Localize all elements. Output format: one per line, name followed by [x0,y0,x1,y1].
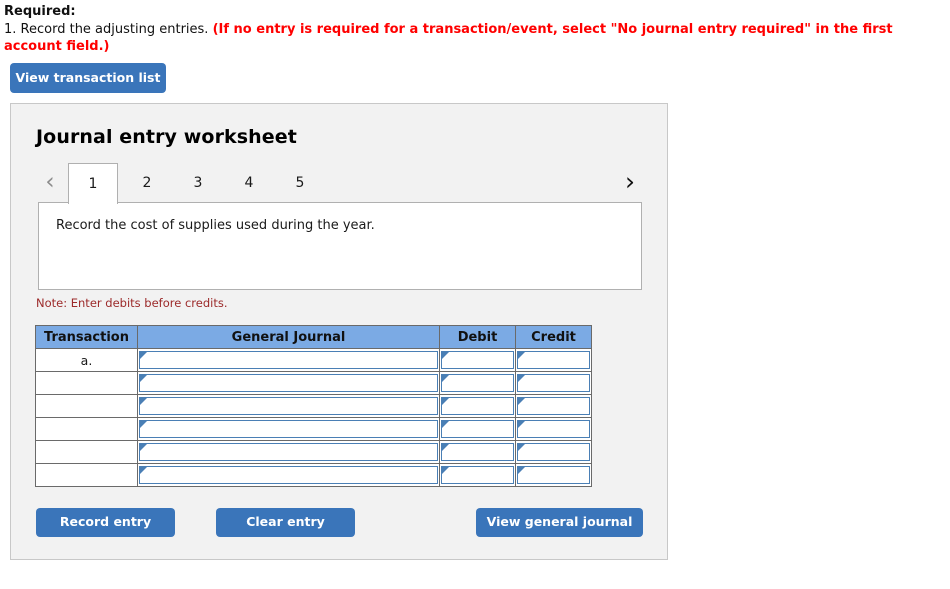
table-row: a. [35,348,592,372]
general-journal-input[interactable] [139,443,438,461]
column-header-general-journal: General Journal [137,325,440,349]
instruction-line: 1. Record the adjusting entries. (If no … [4,21,934,55]
transaction-cell [35,417,138,441]
debit-cell [439,371,516,395]
instructions-block: Required: 1. Record the adjusting entrie… [4,4,934,55]
general-journal-cell [137,417,440,441]
credit-input[interactable] [517,443,590,461]
credit-input[interactable] [517,374,590,392]
tab-4[interactable]: 4 [224,163,274,204]
debit-input[interactable] [441,374,514,392]
column-header-transaction: Transaction [35,325,138,349]
chevron-left-icon[interactable]: ‹ [39,169,61,195]
table-row [35,371,592,395]
general-journal-cell [137,463,440,487]
general-journal-input[interactable] [139,374,438,392]
chevron-right-icon[interactable]: › [619,169,641,195]
required-label: Required: [4,4,76,19]
tab-5[interactable]: 5 [275,163,325,204]
credit-cell [515,371,592,395]
journal-entry-worksheet-panel: Journal entry worksheet ‹ 1 2 3 4 5 › Re… [10,103,668,560]
debit-cell [439,440,516,464]
tab-2[interactable]: 2 [122,163,172,204]
worksheet-prompt-box: Record the cost of supplies used during … [38,202,642,290]
table-header-row: Transaction General Journal Debit Credit [35,325,592,349]
debit-input[interactable] [441,466,514,484]
general-journal-cell [137,348,440,372]
instruction-number: 1. [4,22,17,37]
credit-input[interactable] [517,397,590,415]
transaction-cell [35,394,138,418]
credit-cell [515,463,592,487]
worksheet-title: Journal entry worksheet [36,126,297,148]
table-row [35,440,592,464]
general-journal-input[interactable] [139,351,438,369]
debit-input[interactable] [441,351,514,369]
table-row [35,394,592,418]
general-journal-cell [137,371,440,395]
general-journal-cell [137,394,440,418]
general-journal-input[interactable] [139,397,438,415]
record-entry-button[interactable]: Record entry [36,508,175,537]
general-journal-input[interactable] [139,466,438,484]
transaction-cell [35,440,138,464]
credit-input[interactable] [517,351,590,369]
table-row [35,417,592,441]
view-general-journal-button[interactable]: View general journal [476,508,643,537]
view-transaction-list-button[interactable]: View transaction list [10,63,166,93]
debit-cell [439,394,516,418]
column-header-debit: Debit [439,325,516,349]
debit-cell [439,463,516,487]
credit-cell [515,417,592,441]
debit-cell [439,348,516,372]
table-row [35,463,592,487]
tab-1[interactable]: 1 [68,163,118,204]
column-header-credit: Credit [515,325,592,349]
debit-input[interactable] [441,397,514,415]
transaction-cell: a. [35,348,138,372]
journal-entry-table: Transaction General Journal Debit Credit… [35,325,592,487]
credit-input[interactable] [517,420,590,438]
credit-input[interactable] [517,466,590,484]
debit-cell [439,417,516,441]
worksheet-prompt-text: Record the cost of supplies used during … [56,218,375,233]
transaction-cell [35,371,138,395]
clear-entry-button[interactable]: Clear entry [216,508,355,537]
instruction-text: Record the adjusting entries. [20,22,209,37]
debit-input[interactable] [441,420,514,438]
general-journal-cell [137,440,440,464]
credit-cell [515,440,592,464]
tab-3[interactable]: 3 [173,163,223,204]
general-journal-input[interactable] [139,420,438,438]
debit-input[interactable] [441,443,514,461]
credit-cell [515,394,592,418]
debits-before-credits-note: Note: Enter debits before credits. [36,296,228,310]
credit-cell [515,348,592,372]
transaction-cell [35,463,138,487]
worksheet-tabstrip: ‹ 1 2 3 4 5 › [11,161,669,205]
